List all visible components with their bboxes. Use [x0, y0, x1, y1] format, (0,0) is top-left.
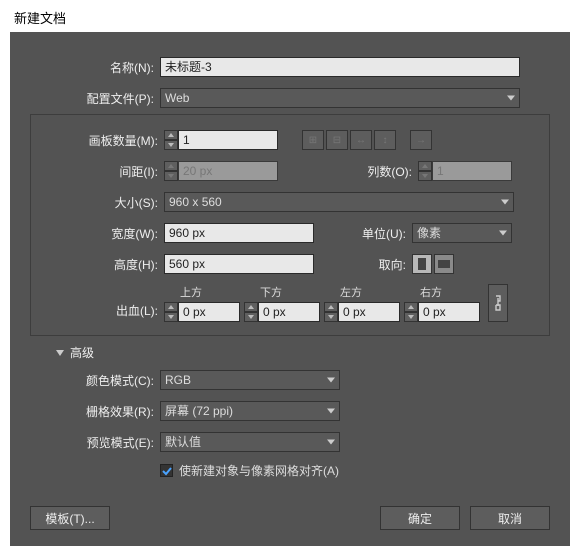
- size-label: 大小(S):: [39, 194, 164, 211]
- preview-mode-label: 预览模式(E):: [30, 434, 160, 451]
- cancel-button[interactable]: 取消: [470, 506, 550, 530]
- bleed-label: 出血(L):: [39, 302, 164, 322]
- link-bleed-icon[interactable]: [488, 284, 508, 322]
- spacing-spinner: [164, 161, 278, 181]
- bleed-bottom-label: 下方: [244, 284, 320, 300]
- bleed-bottom-spinner[interactable]: [244, 302, 320, 322]
- arrange-row-icon: ↔: [350, 130, 372, 150]
- advanced-label: 高级: [70, 344, 94, 361]
- spinner-up-icon[interactable]: [324, 302, 338, 312]
- orientation-label: 取向:: [344, 256, 412, 273]
- arrange-col-icon: ↕: [374, 130, 396, 150]
- units-label: 单位(U):: [344, 225, 412, 242]
- spinner-down-icon[interactable]: [164, 312, 178, 322]
- spinner-down-icon[interactable]: [404, 312, 418, 322]
- columns-input: [432, 161, 512, 181]
- spinner-down-icon[interactable]: [324, 312, 338, 322]
- profile-select[interactable]: Web: [160, 88, 520, 108]
- spinner-up-icon: [164, 161, 178, 171]
- bleed-top-input[interactable]: [178, 302, 240, 322]
- columns-label: 列数(O):: [350, 163, 418, 180]
- chevron-down-icon: [327, 378, 335, 383]
- artboards-input[interactable]: [178, 130, 278, 150]
- spinner-down-icon[interactable]: [164, 140, 178, 150]
- chevron-down-icon: [327, 440, 335, 445]
- bleed-top-label: 上方: [164, 284, 240, 300]
- raster-effects-value: 屏幕 (72 ppi): [165, 401, 233, 421]
- raster-effects-label: 栅格效果(R):: [30, 403, 160, 420]
- preview-mode-value: 默认值: [165, 432, 201, 452]
- bleed-left-input[interactable]: [338, 302, 400, 322]
- bleed-right-label: 右方: [404, 284, 480, 300]
- bleed-left-label: 左方: [324, 284, 400, 300]
- chevron-down-icon: [327, 409, 335, 414]
- chevron-down-icon: [507, 96, 515, 101]
- bleed-left-spinner[interactable]: [324, 302, 400, 322]
- align-pixel-checkbox[interactable]: [160, 464, 173, 477]
- profile-label: 配置文件(P):: [30, 90, 160, 107]
- width-input[interactable]: [164, 223, 314, 243]
- units-value: 像素: [417, 223, 441, 243]
- bleed-top-spinner[interactable]: [164, 302, 240, 322]
- color-mode-label: 颜色模式(C):: [30, 372, 160, 389]
- arrange-grid-col-icon: ⊟: [326, 130, 348, 150]
- align-pixel-label: 使新建对象与像素网格对齐(A): [179, 462, 339, 479]
- arrange-rtl-icon: →: [410, 130, 432, 150]
- raster-effects-select[interactable]: 屏幕 (72 ppi): [160, 401, 340, 421]
- spinner-down-icon[interactable]: [244, 312, 258, 322]
- name-input[interactable]: [160, 57, 520, 77]
- artboards-label: 画板数量(M):: [39, 132, 164, 149]
- spinner-up-icon[interactable]: [164, 302, 178, 312]
- size-select[interactable]: 960 x 560: [164, 192, 514, 212]
- chevron-down-icon: [499, 231, 507, 236]
- spacing-input: [178, 161, 278, 181]
- dialog-title: 新建文档: [0, 0, 580, 35]
- artboards-spinner[interactable]: [164, 130, 278, 150]
- ok-button[interactable]: 确定: [380, 506, 460, 530]
- width-label: 宽度(W):: [39, 225, 164, 242]
- spinner-up-icon[interactable]: [244, 302, 258, 312]
- bleed-bottom-input[interactable]: [258, 302, 320, 322]
- height-label: 高度(H):: [39, 256, 164, 273]
- arrange-grid-row-icon: ⊞: [302, 130, 324, 150]
- bleed-right-input[interactable]: [418, 302, 480, 322]
- bleed-right-spinner[interactable]: [404, 302, 480, 322]
- profile-value: Web: [165, 88, 189, 108]
- height-input[interactable]: [164, 254, 314, 274]
- size-value: 960 x 560: [169, 192, 222, 212]
- spinner-up-icon[interactable]: [404, 302, 418, 312]
- templates-button[interactable]: 模板(T)...: [30, 506, 110, 530]
- color-mode-select[interactable]: RGB: [160, 370, 340, 390]
- orientation-portrait-button[interactable]: [412, 254, 432, 274]
- units-select[interactable]: 像素: [412, 223, 512, 243]
- orientation-landscape-button[interactable]: [434, 254, 454, 274]
- name-label: 名称(N):: [30, 59, 160, 76]
- spacing-label: 间距(I):: [39, 163, 164, 180]
- chevron-down-icon: [56, 350, 64, 356]
- spinner-up-icon[interactable]: [164, 130, 178, 140]
- preview-mode-select[interactable]: 默认值: [160, 432, 340, 452]
- spinner-down-icon: [418, 171, 432, 181]
- chevron-down-icon: [501, 200, 509, 205]
- spinner-up-icon: [418, 161, 432, 171]
- advanced-disclosure[interactable]: 高级: [56, 344, 550, 361]
- spinner-down-icon: [164, 171, 178, 181]
- columns-spinner: [418, 161, 512, 181]
- color-mode-value: RGB: [165, 370, 191, 390]
